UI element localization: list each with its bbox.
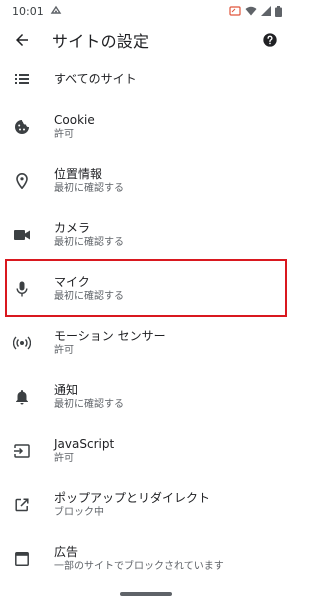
- list-item-status: 最初に確認する: [54, 183, 124, 194]
- list-item-popups[interactable]: ポップアップとリダイレクト ブロック中: [0, 489, 292, 521]
- wifi-icon: [245, 6, 257, 16]
- list-item-label: JavaScript: [54, 437, 115, 451]
- list-item-status: 許可: [54, 453, 74, 464]
- help-icon: [263, 33, 277, 47]
- list-item-cookie[interactable]: Cookie 許可: [0, 111, 292, 143]
- list-item-status: 許可: [54, 129, 74, 140]
- status-bar: 10:01: [0, 0, 292, 22]
- motion-sensor-icon: [12, 333, 32, 353]
- page-title: サイトの設定: [52, 32, 150, 51]
- signal-icon: [261, 6, 271, 16]
- list-item-location[interactable]: 位置情報 最初に確認する: [0, 165, 292, 197]
- list-item-label: すべてのサイト: [54, 72, 137, 86]
- help-button[interactable]: [258, 28, 282, 52]
- back-button[interactable]: [10, 28, 34, 52]
- list-item-label: 通知: [54, 383, 79, 397]
- arrow-back-icon: [16, 34, 28, 46]
- list-item-status: 一部のサイトでブロックされています: [54, 561, 224, 572]
- cast-icon: [229, 6, 241, 16]
- list-item-notifications[interactable]: 通知 最初に確認する: [0, 381, 292, 413]
- list-item-status: 最初に確認する: [54, 399, 124, 410]
- list-item-motion-sensors[interactable]: モーション センサー 許可: [0, 327, 292, 359]
- cookie-icon: [12, 117, 32, 137]
- list-item-status: 最初に確認する: [54, 237, 124, 248]
- battery-icon: [275, 5, 282, 17]
- location-pin-icon: [12, 171, 32, 191]
- code-input-icon: [12, 441, 32, 461]
- status-time: 10:01: [12, 4, 44, 18]
- list-item-javascript[interactable]: JavaScript 許可: [0, 435, 292, 467]
- open-in-new-icon: [12, 495, 32, 515]
- list-item-all-sites[interactable]: すべてのサイト: [0, 67, 292, 91]
- videocam-icon: [12, 225, 32, 245]
- list-item-status: 許可: [54, 345, 74, 356]
- list-item-label: ポップアップとリダイレクト: [54, 491, 211, 505]
- list-item-label: 広告: [54, 545, 79, 559]
- list-item-label: Cookie: [54, 113, 95, 127]
- list-item-label: 位置情報: [54, 167, 103, 181]
- list-item-status: ブロック中: [54, 507, 104, 518]
- list-icon: [12, 69, 32, 89]
- list-item-ads[interactable]: 広告 一部のサイトでブロックされています: [0, 543, 292, 575]
- app-bar: サイトの設定: [0, 22, 292, 58]
- web-window-icon: [12, 549, 32, 569]
- list-item-camera[interactable]: カメラ 最初に確認する: [0, 219, 292, 251]
- bell-icon: [12, 387, 32, 407]
- list-item-label: モーション センサー: [54, 329, 166, 343]
- gesture-nav-bar[interactable]: [120, 592, 172, 596]
- list-item-label: カメラ: [54, 221, 91, 235]
- highlight-box: [5, 259, 287, 317]
- cloud-icon: [50, 5, 62, 18]
